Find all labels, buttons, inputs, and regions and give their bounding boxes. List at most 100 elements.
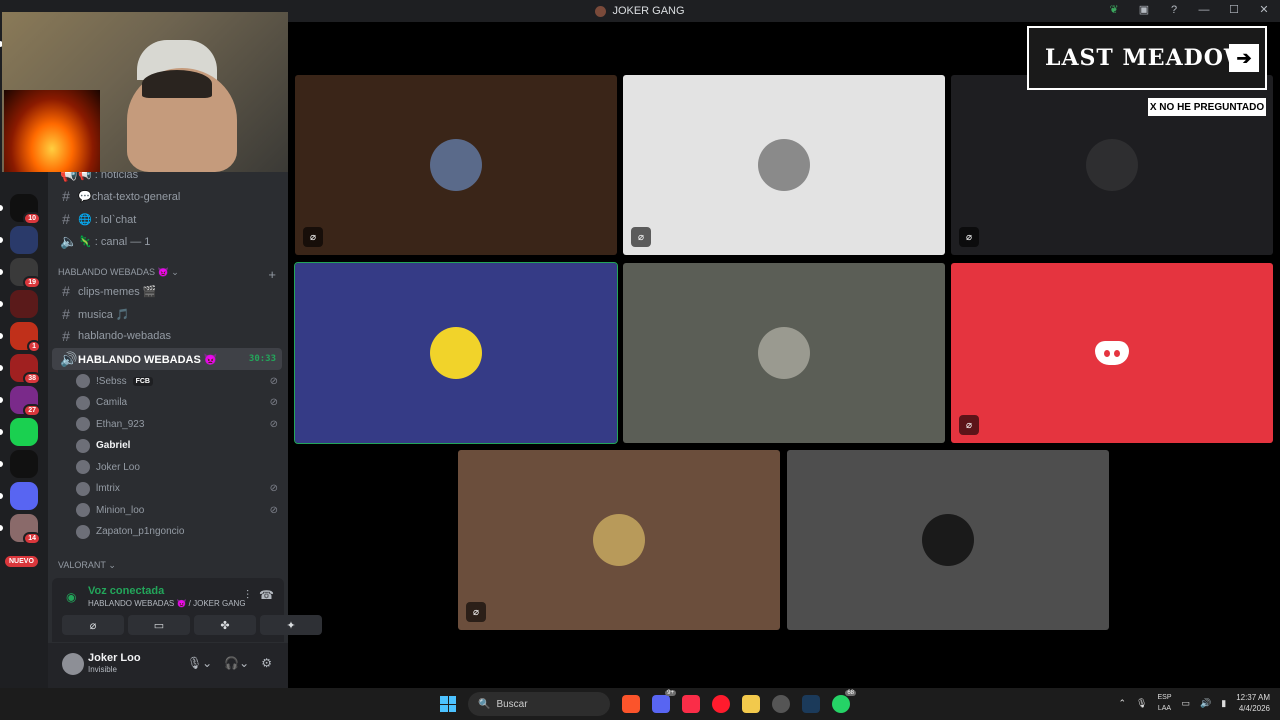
video-tile-7[interactable] — [787, 450, 1109, 630]
channel-cat-0[interactable]: # clips-memes 🎬 — [52, 280, 282, 302]
voice-user[interactable]: Zapaton_p1ngoncio — [76, 522, 278, 542]
signal-icon[interactable]: ◉ — [66, 590, 76, 604]
muted-icon: ⊘ — [269, 375, 278, 387]
volume-icon[interactable]: 🔊 — [1200, 698, 1211, 709]
channel-label: hablando-webadas — [78, 330, 171, 342]
participant-avatar — [922, 514, 974, 566]
unread-indicator — [0, 301, 3, 307]
voice-user[interactable]: Joker Loo — [76, 457, 278, 477]
channel-label: 🦎 : canal — 1 — [78, 235, 151, 248]
screen-share-button[interactable]: ▭ — [128, 615, 190, 635]
system-tray: ⌃ 🎙 ESP LAA ▭ 🔊 ▮ 12:37 AM 4/4/2026 — [1119, 692, 1271, 714]
server-icon-4[interactable] — [10, 290, 38, 318]
server-icon-1[interactable]: 10 — [10, 194, 41, 225]
channel-cat-2[interactable]: # hablando-webadas — [52, 325, 282, 347]
camera-off-icon: ⌀ — [303, 227, 323, 247]
voice-status-title[interactable]: Voz conectada — [88, 585, 164, 597]
voice-channel-active[interactable]: 🔊 HABLANDO WEBADAS 👿 30:33 — [52, 348, 282, 370]
headphones-icon[interactable]: 🎧⌄ — [224, 656, 249, 670]
voice-status-subtitle[interactable]: HABLANDO WEBADAS 👿 / JOKER GANG — [88, 599, 246, 608]
server-icon-6[interactable]: 38 — [10, 354, 41, 385]
server-icon-3[interactable]: 19 — [10, 258, 41, 289]
camera-off-icon: ⌀ — [631, 227, 651, 247]
video-tile-1[interactable]: ⌀ — [623, 75, 945, 255]
chevron-up-icon[interactable]: ⌃ — [1119, 698, 1127, 709]
microphone-tray-icon[interactable]: 🎙 — [1136, 698, 1147, 709]
avatar — [76, 395, 90, 410]
voice-user[interactable]: lmtrix ⊘ — [76, 479, 278, 499]
voice-action-buttons: ⌀ ▭ ✤ ✦ — [62, 615, 322, 635]
clock[interactable]: 12:37 AM 4/4/2026 — [1236, 692, 1270, 714]
microphone-icon[interactable]: 🎙⌄ — [187, 656, 212, 670]
minimize-icon[interactable]: — — [1196, 4, 1212, 16]
whatsapp-icon[interactable]: 68 — [832, 690, 856, 713]
disconnect-icon[interactable]: ☎ — [259, 588, 274, 603]
server-icon-8[interactable] — [10, 418, 38, 446]
unread-indicator — [0, 525, 3, 531]
discord-taskbar-icon[interactable]: 9+ — [652, 690, 676, 713]
participant-avatar — [1086, 139, 1138, 191]
channel-1[interactable]: # 💬chat-texto-general — [52, 185, 282, 207]
battery-icon[interactable]: ▮ — [1221, 698, 1226, 709]
window-title-text: JOKER GANG — [612, 5, 685, 17]
channel-label: musica 🎵 — [78, 308, 130, 321]
chrome-icon[interactable] — [772, 695, 790, 713]
voice-user[interactable]: Minion_loo ⊘ — [76, 500, 278, 520]
voice-user[interactable]: Gabriel — [76, 436, 278, 456]
video-tile-5[interactable]: ⌀ — [951, 263, 1273, 443]
steam-icon[interactable] — [802, 695, 820, 713]
channel-3[interactable]: 🔈 🦎 : canal — 1 — [52, 230, 282, 252]
server-icon-2[interactable] — [10, 226, 38, 254]
camera-button[interactable]: ⌀ — [62, 615, 124, 635]
unread-badge: 14 — [23, 532, 41, 545]
music-icon[interactable] — [682, 695, 700, 713]
voice-user[interactable]: Camila ⊘ — [76, 393, 278, 413]
video-tile-4[interactable] — [623, 263, 945, 443]
username[interactable]: Joker Loo — [88, 652, 141, 664]
server-icon-7[interactable]: 27 — [10, 386, 41, 417]
windows-start-icon[interactable] — [440, 696, 456, 712]
gear-icon[interactable]: ⚙ — [261, 656, 272, 670]
camera-off-icon: ⌀ — [89, 619, 97, 632]
video-tile-0[interactable]: ⌀ — [295, 75, 617, 255]
soundboard-button[interactable]: ✦ — [260, 615, 322, 635]
inbox-icon[interactable]: ▣ — [1136, 3, 1152, 16]
avatar — [76, 503, 90, 517]
brave-icon[interactable] — [622, 695, 640, 713]
user-panel: Joker Loo Invisible 🎙⌄ 🎧⌄ ⚙ — [48, 643, 288, 688]
server-icon-11[interactable]: 14 — [10, 514, 41, 545]
language-indicator[interactable]: ESP LAA — [1157, 692, 1171, 714]
windows-taskbar: 🔍 Buscar 9+ 68 ⌃ 🎙 ESP LAA ▭ 🔊 ▮ 12:37 AM… — [0, 688, 1280, 720]
activities-button[interactable]: ✤ — [194, 615, 256, 635]
server-icon-9[interactable] — [10, 450, 38, 478]
new-badge: NUEVO — [5, 556, 38, 567]
unread-badge: 19 — [23, 276, 41, 289]
avatar[interactable] — [62, 653, 84, 675]
channel-label: 🌐 : lol`chat — [78, 213, 137, 226]
help-icon[interactable]: ? — [1166, 4, 1182, 16]
channel-cat-1[interactable]: # musica 🎵 — [52, 303, 282, 325]
voice-user[interactable]: Ethan_923 ⊘ — [76, 414, 278, 434]
close-icon[interactable]: ✕ — [1256, 3, 1272, 16]
voice-user[interactable]: !Sebss FCB ⊘ — [76, 371, 278, 391]
noise-suppression-icon[interactable]: ⫶ — [246, 588, 249, 603]
speaker-icon: 🔈 — [60, 232, 78, 249]
video-tile-6[interactable]: ⌀ — [458, 450, 780, 630]
voice-user-name: Gabriel — [96, 440, 131, 451]
folder-icon[interactable] — [742, 695, 760, 713]
channel-label: clips-memes 🎬 — [78, 285, 157, 298]
nitro-icon[interactable]: ❦ — [1106, 3, 1122, 16]
video-tile-3[interactable] — [294, 262, 618, 444]
fireplace-image — [4, 90, 100, 172]
last-meadow-banner: LAST MEADOW ➔ — [1027, 26, 1267, 90]
network-icon[interactable]: ▭ — [1182, 698, 1191, 709]
maximize-icon[interactable]: ☐ — [1226, 3, 1242, 16]
avatar — [76, 438, 90, 453]
opera-icon[interactable] — [712, 695, 730, 713]
server-icon-10[interactable] — [10, 482, 38, 510]
unread-badge: 38 — [23, 372, 41, 385]
server-icon-5[interactable]: 1 — [10, 322, 41, 353]
channel-2[interactable]: # 🌐 : lol`chat — [52, 208, 282, 230]
taskbar-search[interactable]: 🔍 Buscar — [468, 692, 610, 716]
category-header-valorant[interactable]: Valorant ⌄ — [58, 560, 276, 571]
